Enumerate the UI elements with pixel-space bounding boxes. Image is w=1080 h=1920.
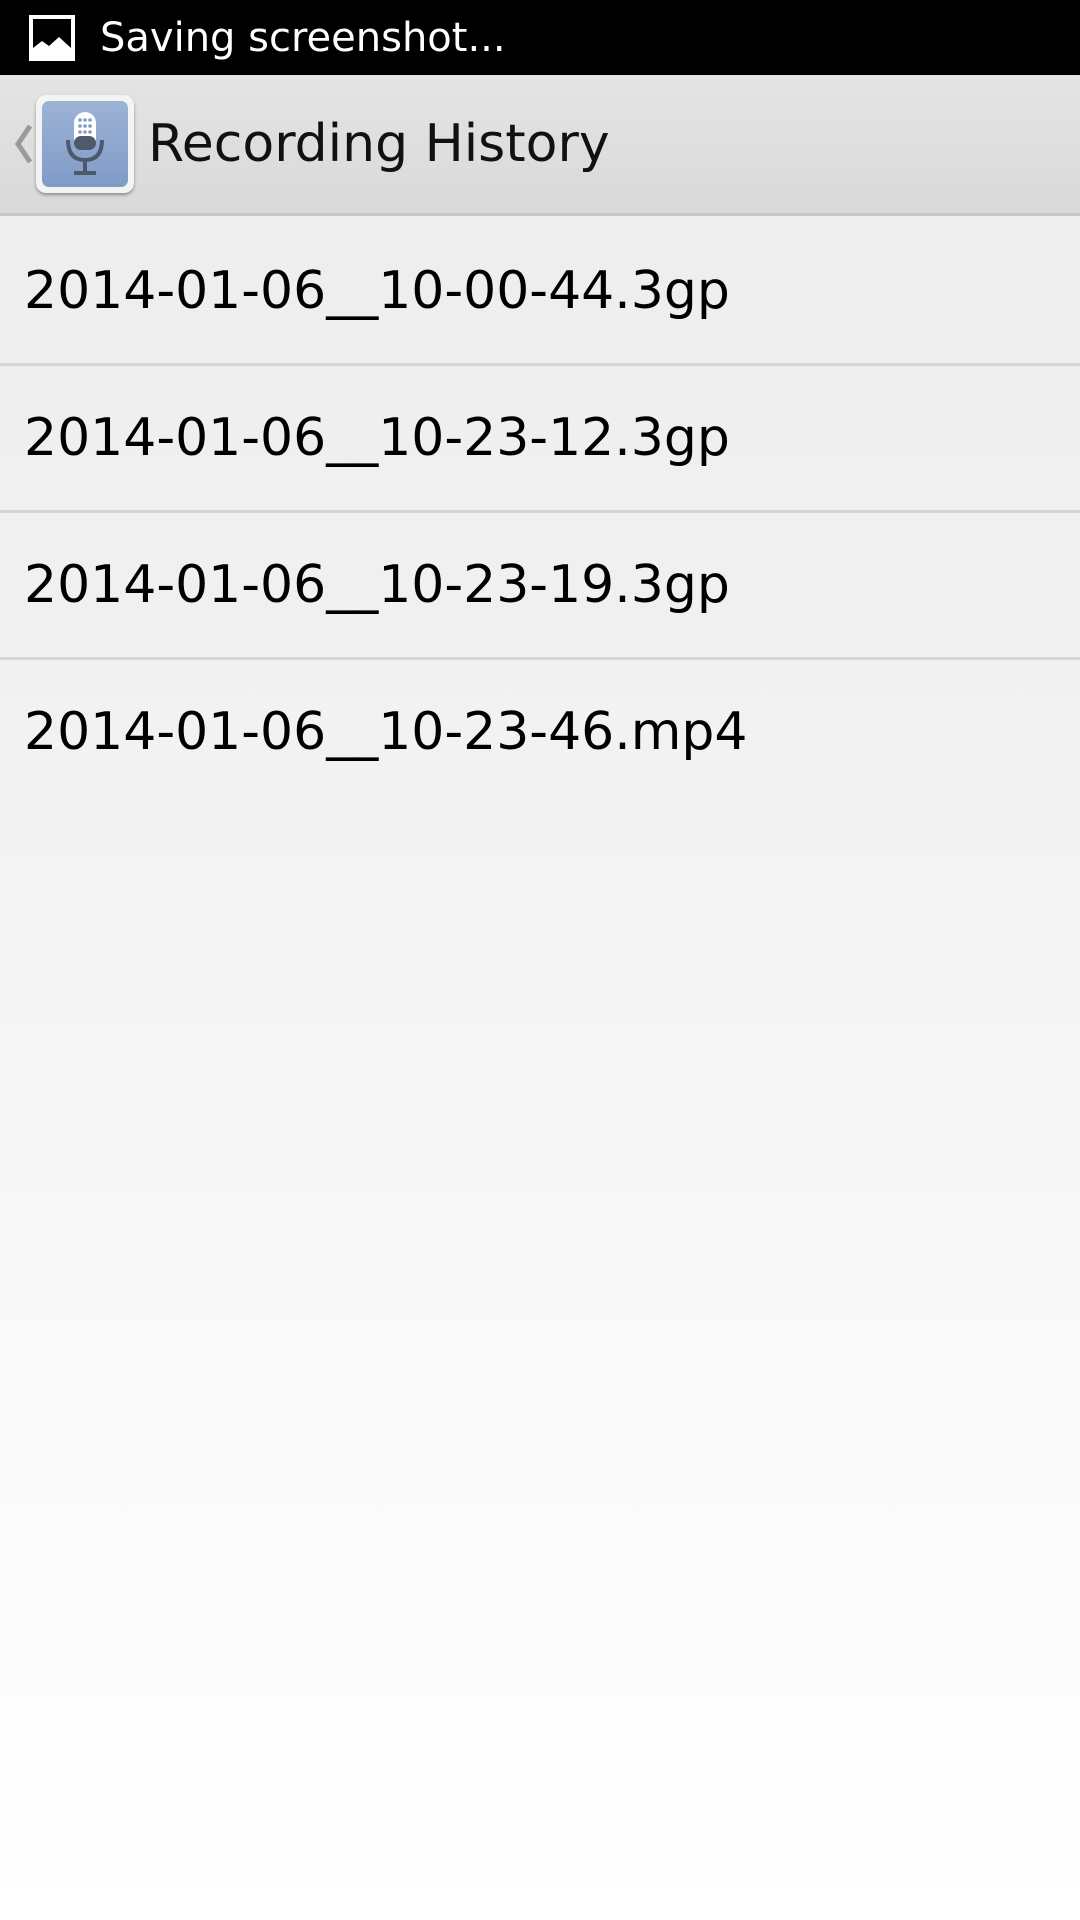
status-bar: Saving screenshot... [0, 0, 1080, 75]
recording-list-item[interactable]: 2014-01-06__10-23-46.mp4 [0, 660, 1080, 804]
page-title: Recording History [148, 114, 610, 174]
recording-file-name: 2014-01-06__10-23-12.3gp [24, 408, 730, 468]
recording-file-name: 2014-01-06__10-00-44.3gp [24, 261, 730, 321]
recording-list-item[interactable]: 2014-01-06__10-23-12.3gp [0, 366, 1080, 513]
recording-list: 2014-01-06__10-00-44.3gp 2014-01-06__10-… [0, 219, 1080, 804]
microphone-icon [42, 101, 128, 187]
app-icon-button[interactable] [36, 95, 134, 193]
status-notification-text: Saving screenshot... [100, 14, 506, 61]
recording-list-item[interactable]: 2014-01-06__10-00-44.3gp [0, 219, 1080, 366]
chevron-left-icon[interactable] [10, 122, 36, 166]
recording-list-item[interactable]: 2014-01-06__10-23-19.3gp [0, 513, 1080, 660]
recording-file-name: 2014-01-06__10-23-46.mp4 [24, 702, 748, 762]
screen: Saving screenshot... Recording History 2… [0, 0, 1080, 1920]
recording-file-name: 2014-01-06__10-23-19.3gp [24, 555, 730, 615]
action-bar: Recording History [0, 75, 1080, 216]
image-icon [28, 14, 76, 62]
